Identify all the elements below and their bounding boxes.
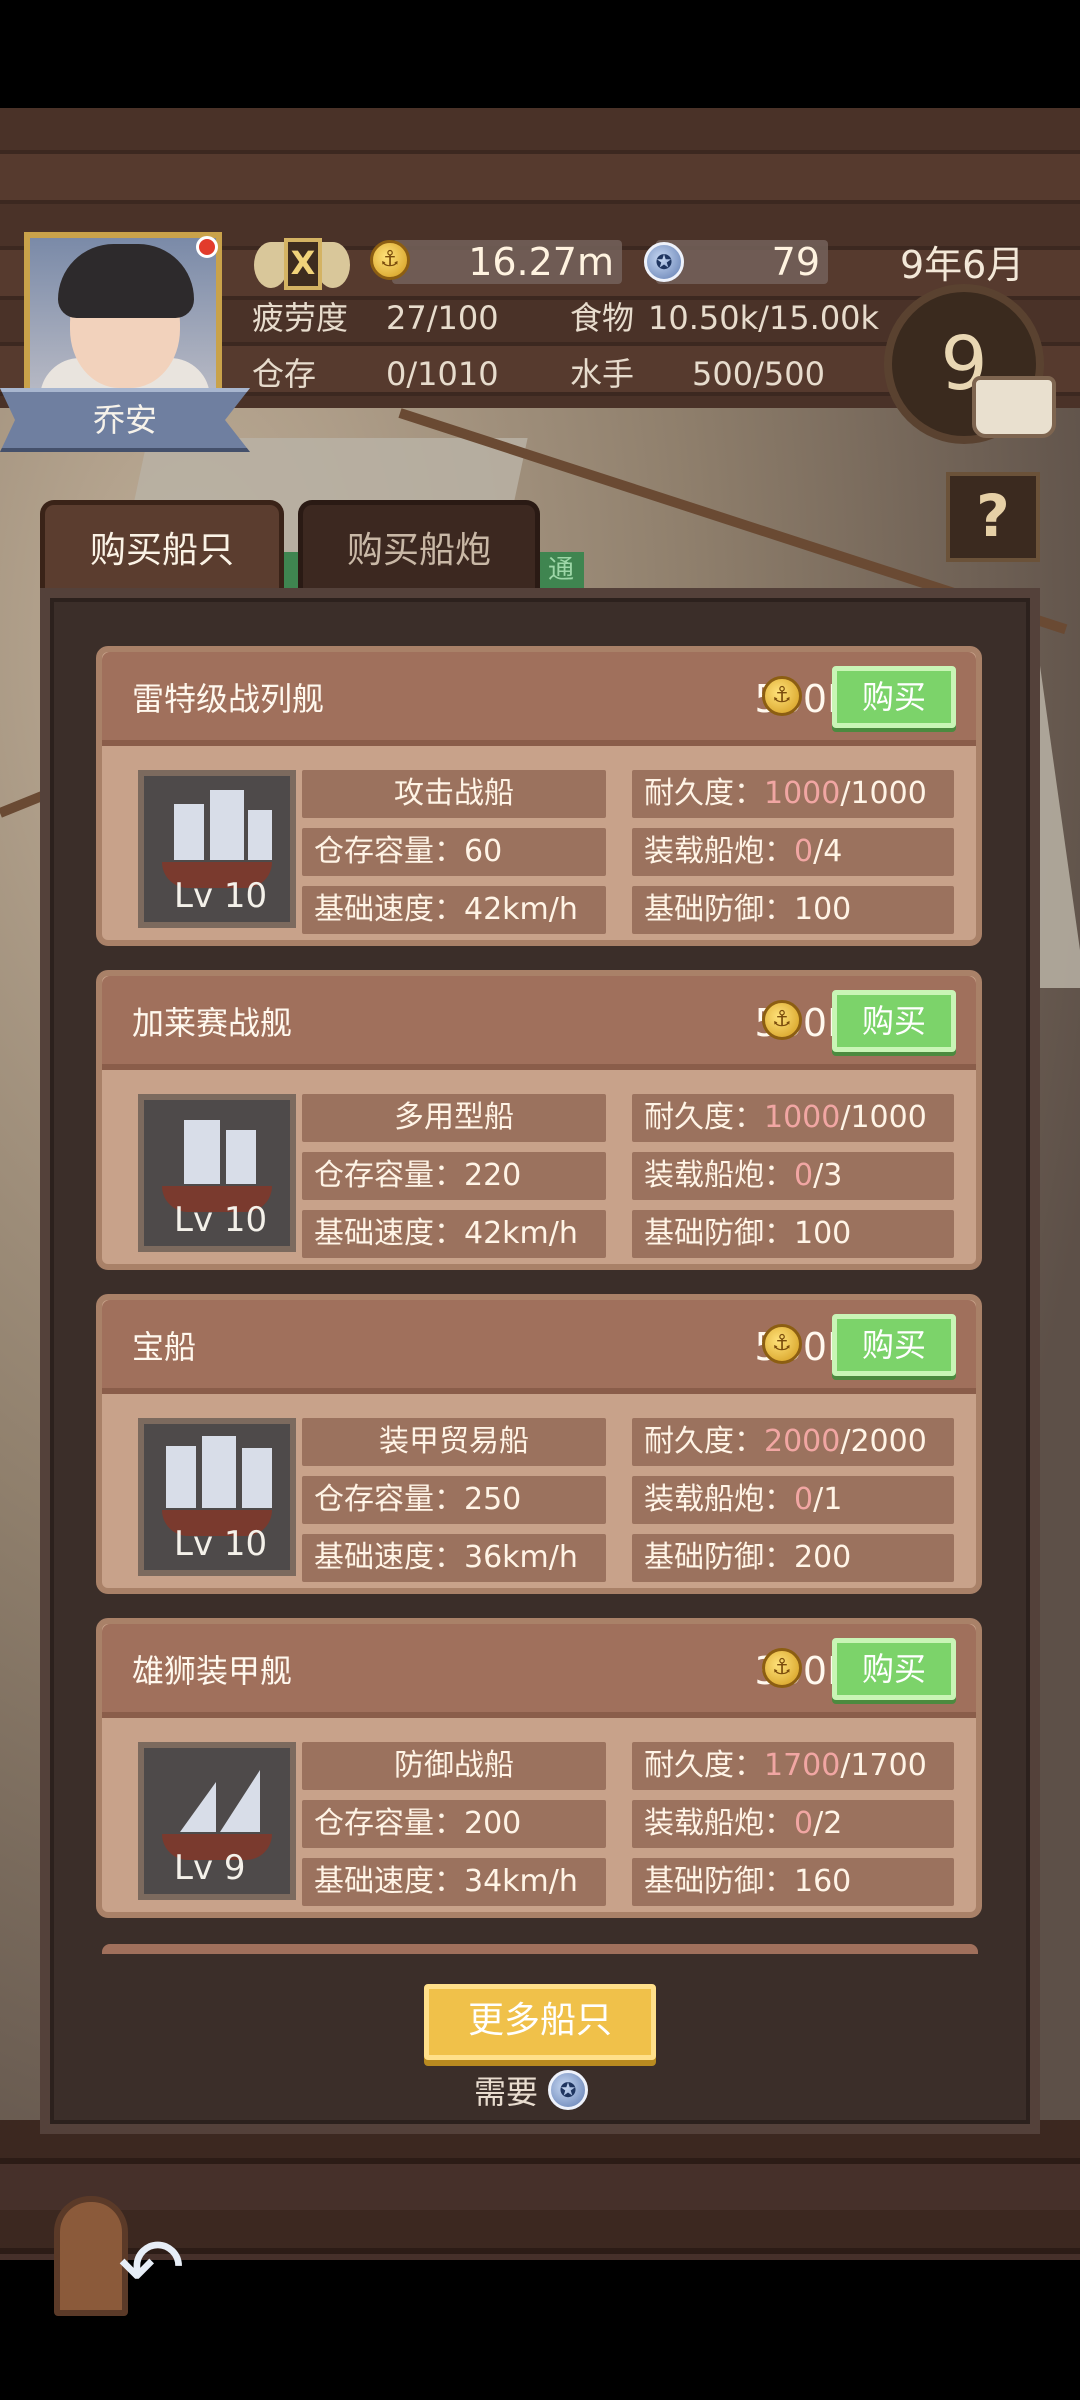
gold-coin-icon: ⚓ bbox=[370, 240, 410, 280]
storage-value: 0/1010 bbox=[386, 355, 499, 393]
gold-coin-icon: ⚓ bbox=[762, 1324, 802, 1364]
ship-image: Lv 10 bbox=[138, 1418, 296, 1576]
buy-button[interactable]: 购买 bbox=[832, 666, 956, 728]
ship-card: 雷特级战列舰 500K ⚓ 购买 Lv 10 攻击战船 仓存容量：60 基础速度… bbox=[96, 646, 982, 946]
ship-price: 300K bbox=[754, 1649, 852, 1693]
player-avatar[interactable] bbox=[24, 232, 222, 398]
ship-speed: 基础速度：34km/h bbox=[302, 1858, 606, 1906]
tab-buy-cannons[interactable]: 购买船炮 bbox=[298, 500, 540, 592]
tab-buy-ships[interactable]: 购买船只 bbox=[40, 500, 284, 592]
ship-speed: 基础速度：36km/h bbox=[302, 1534, 606, 1582]
buy-button[interactable]: 购买 bbox=[832, 1314, 956, 1376]
fatigue-label: 疲劳度 bbox=[252, 299, 349, 337]
ship-cannons: 装载船炮：0/1 bbox=[632, 1476, 954, 1524]
medal-icon: ✪ bbox=[644, 242, 684, 282]
ship-image: Lv 9 bbox=[138, 1742, 296, 1900]
ship-type: 防御战船 bbox=[302, 1742, 606, 1790]
ship-capacity: 仓存容量：220 bbox=[302, 1152, 606, 1200]
ship-name: 雷特级战列舰 bbox=[132, 680, 325, 718]
ship-price: 500K bbox=[754, 1325, 852, 1369]
notification-dot bbox=[196, 236, 218, 258]
rank-badge-icon[interactable]: X bbox=[254, 232, 350, 302]
ship-level: Lv 9 bbox=[174, 1848, 246, 1888]
ship-price: 500K bbox=[754, 1001, 852, 1045]
back-arrow-icon[interactable]: ↶ bbox=[118, 2228, 185, 2308]
ship-card-header: 雄狮装甲舰 300K ⚓ 购买 bbox=[102, 1624, 976, 1718]
ship-name: 加莱赛战舰 bbox=[132, 1004, 293, 1042]
ship-type: 多用型船 bbox=[302, 1094, 606, 1142]
ship-capacity: 仓存容量：250 bbox=[302, 1476, 606, 1524]
sailors-label: 水手 bbox=[570, 355, 635, 393]
ship-speed: 基础速度：42km/h bbox=[302, 1210, 606, 1258]
ship-defense: 基础防御：200 bbox=[632, 1534, 954, 1582]
ship-type: 攻击战船 bbox=[302, 770, 606, 818]
player-name-banner: 乔安 bbox=[0, 388, 250, 452]
help-button[interactable]: ? bbox=[946, 472, 1040, 562]
status-bar bbox=[0, 0, 1080, 108]
ship-defense: 基础防御：100 bbox=[632, 1210, 954, 1258]
fatigue-value: 27/100 bbox=[386, 299, 499, 337]
ship-card-header: 雷特级战列舰 500K ⚓ 购买 bbox=[102, 652, 976, 746]
ship-price: 500K bbox=[754, 677, 852, 721]
ship-defense: 基础防御：100 bbox=[632, 886, 954, 934]
ship-durability: 耐久度：1700/1700 bbox=[632, 1742, 954, 1790]
ship-durability: 耐久度：1000/1000 bbox=[632, 770, 954, 818]
ship-defense: 基础防御：160 bbox=[632, 1858, 954, 1906]
rank-letter: X bbox=[284, 238, 322, 290]
storage-label: 仓存 bbox=[252, 355, 317, 393]
gold-value: 16.27m bbox=[468, 240, 614, 284]
ship-card: 宝船 500K ⚓ 购买 Lv 10 装甲贸易船 仓存容量：250 基础速度：3… bbox=[96, 1294, 982, 1594]
ship-image: Lv 10 bbox=[138, 770, 296, 928]
game-date: 9年6月 bbox=[900, 243, 1025, 287]
next-card-edge bbox=[102, 1944, 978, 1954]
door-icon[interactable] bbox=[54, 2196, 128, 2316]
ship-cannons: 装载船炮：0/3 bbox=[632, 1152, 954, 1200]
ship-level: Lv 10 bbox=[174, 876, 268, 916]
ship-card-header: 宝船 500K ⚓ 购买 bbox=[102, 1300, 976, 1394]
gold-coin-icon: ⚓ bbox=[762, 1648, 802, 1688]
food-value: 10.50k/15.00k bbox=[648, 299, 880, 337]
ship-durability: 耐久度：2000/2000 bbox=[632, 1418, 954, 1466]
ship-card: 加莱赛战舰 500K ⚓ 购买 Lv 10 多用型船 仓存容量：220 基础速度… bbox=[96, 970, 982, 1270]
ship-image: Lv 10 bbox=[138, 1094, 296, 1252]
ship-speed: 基础速度：42km/h bbox=[302, 886, 606, 934]
player-name: 乔安 bbox=[92, 401, 157, 439]
buy-button[interactable]: 购买 bbox=[832, 1638, 956, 1700]
ship-cannons: 装载船炮：0/2 bbox=[632, 1800, 954, 1848]
ship-name: 宝船 bbox=[132, 1328, 197, 1366]
ship-card-header: 加莱赛战舰 500K ⚓ 购买 bbox=[102, 976, 976, 1070]
food-label: 食物 bbox=[570, 299, 635, 337]
sailors-value: 500/500 bbox=[692, 355, 825, 393]
ship-capacity: 仓存容量：60 bbox=[302, 828, 606, 876]
ship-type: 装甲贸易船 bbox=[302, 1418, 606, 1466]
ship-card: 雄狮装甲舰 300K ⚓ 购买 Lv 9 防御战船 仓存容量：200 基础速度：… bbox=[96, 1618, 982, 1918]
book-icon[interactable] bbox=[972, 376, 1056, 438]
ship-level: Lv 10 bbox=[174, 1524, 268, 1564]
ship-durability: 耐久度：1000/1000 bbox=[632, 1094, 954, 1142]
ship-level: Lv 10 bbox=[174, 1200, 268, 1240]
ship-capacity: 仓存容量：200 bbox=[302, 1800, 606, 1848]
gold-coin-icon: ⚓ bbox=[762, 1000, 802, 1040]
buy-button[interactable]: 购买 bbox=[832, 990, 956, 1052]
ship-name: 雄狮装甲舰 bbox=[132, 1652, 293, 1690]
medal-icon: ✪ bbox=[548, 2070, 588, 2110]
ship-cannons: 装载船炮：0/4 bbox=[632, 828, 954, 876]
gold-coin-icon: ⚓ bbox=[762, 676, 802, 716]
requirement-label: 需要 bbox=[474, 2073, 539, 2111]
more-ships-button[interactable]: 更多船只 bbox=[424, 1984, 656, 2060]
medal-value: 79 bbox=[771, 240, 820, 284]
